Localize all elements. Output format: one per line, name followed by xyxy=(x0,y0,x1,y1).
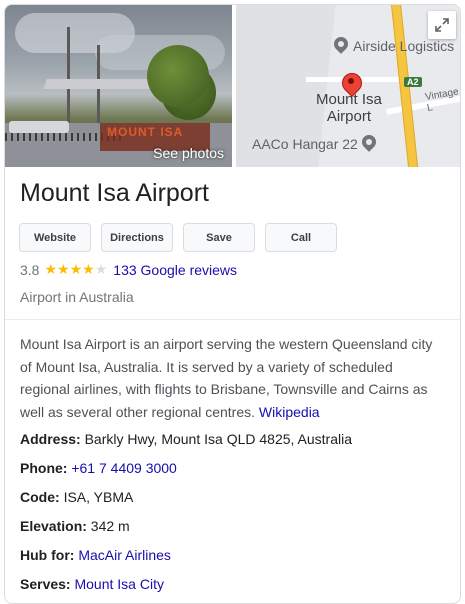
tree xyxy=(147,45,209,107)
website-button[interactable]: Website xyxy=(19,223,91,252)
see-photos-link[interactable]: See photos xyxy=(153,145,224,161)
call-button[interactable]: Call xyxy=(265,223,337,252)
star-filled-icon: ★ xyxy=(82,261,95,277)
serves-label: Serves: xyxy=(20,576,71,592)
airport-map-label-line2: Airport xyxy=(326,108,372,125)
hub-for-label: Hub for: xyxy=(20,547,75,563)
airport-photo[interactable]: MOUNT ISA See photos xyxy=(5,5,232,167)
directions-button[interactable]: Directions xyxy=(101,223,173,252)
parked-cars xyxy=(9,121,69,133)
hub-for-link[interactable]: MacAir Airlines xyxy=(78,547,171,563)
airside-logistics-pin-icon xyxy=(334,37,348,55)
divider xyxy=(5,319,460,320)
airside-logistics-label: Airside Logistics xyxy=(353,38,455,54)
save-button[interactable]: Save xyxy=(183,223,255,252)
elevation-value: 342 m xyxy=(90,518,130,534)
expand-map-button[interactable] xyxy=(428,11,456,39)
elevation-fact: Elevation: 342 m xyxy=(20,518,130,534)
address-value[interactable]: Barkly Hwy, Mount Isa QLD 4825, Australi… xyxy=(85,431,352,447)
star-rating-icon: ★★★★★ xyxy=(44,261,107,278)
airport-sign-text: MOUNT ISA xyxy=(107,125,184,139)
serves-fact: Serves: Mount Isa City xyxy=(20,576,164,592)
elevation-label: Elevation: xyxy=(20,518,87,534)
hangar-pin-icon xyxy=(362,135,376,153)
road-name-label: Vintage L xyxy=(424,86,460,114)
place-title: Mount Isa Airport xyxy=(20,179,209,207)
rating-row: 3.8 ★★★★★ 133 Google reviews xyxy=(20,261,237,278)
map-thumbnail[interactable]: Airside Logistics A2 Vintage L Mount Isa… xyxy=(236,5,460,167)
star-filled-icon: ★ xyxy=(69,261,83,277)
hangar-label: AACo Hangar 22 xyxy=(252,136,358,152)
address-fact: Address: Barkly Hwy, Mount Isa QLD 4825,… xyxy=(20,431,352,447)
rating-value: 3.8 xyxy=(20,261,40,278)
code-label: Code: xyxy=(20,489,60,505)
description: Mount Isa Airport is an airport serving … xyxy=(20,333,445,423)
star-empty-icon: ★ xyxy=(94,261,108,277)
phone-link[interactable]: +61 7 4409 3000 xyxy=(71,460,177,476)
place-category: Airport in Australia xyxy=(20,289,134,305)
address-label: Address: xyxy=(20,431,81,447)
phone-label: Phone: xyxy=(20,460,68,476)
expand-icon xyxy=(435,18,449,32)
star-filled-icon: ★ xyxy=(57,261,70,277)
road-shield-badge: A2 xyxy=(404,77,422,87)
action-buttons: Website Directions Save Call xyxy=(19,223,337,252)
wikipedia-link[interactable]: Wikipedia xyxy=(259,404,320,420)
airport-map-label: Mount Isa Airport xyxy=(316,91,382,125)
knowledge-panel: MOUNT ISA See photos Airside Logistics A… xyxy=(4,4,461,604)
code-value: ISA, YBMA xyxy=(63,489,134,505)
serves-link[interactable]: Mount Isa City xyxy=(74,576,163,592)
description-text: Mount Isa Airport is an airport serving … xyxy=(20,336,433,420)
media-strip: MOUNT ISA See photos Airside Logistics A… xyxy=(5,5,460,167)
reviews-link[interactable]: 133 Google reviews xyxy=(113,262,237,278)
star-filled-icon: ★ xyxy=(44,261,58,277)
airport-map-label-line1: Mount Isa xyxy=(316,91,382,108)
phone-fact: Phone: +61 7 4409 3000 xyxy=(20,460,177,476)
hub-for-fact: Hub for: MacAir Airlines xyxy=(20,547,171,563)
code-fact: Code: ISA, YBMA xyxy=(20,489,133,505)
